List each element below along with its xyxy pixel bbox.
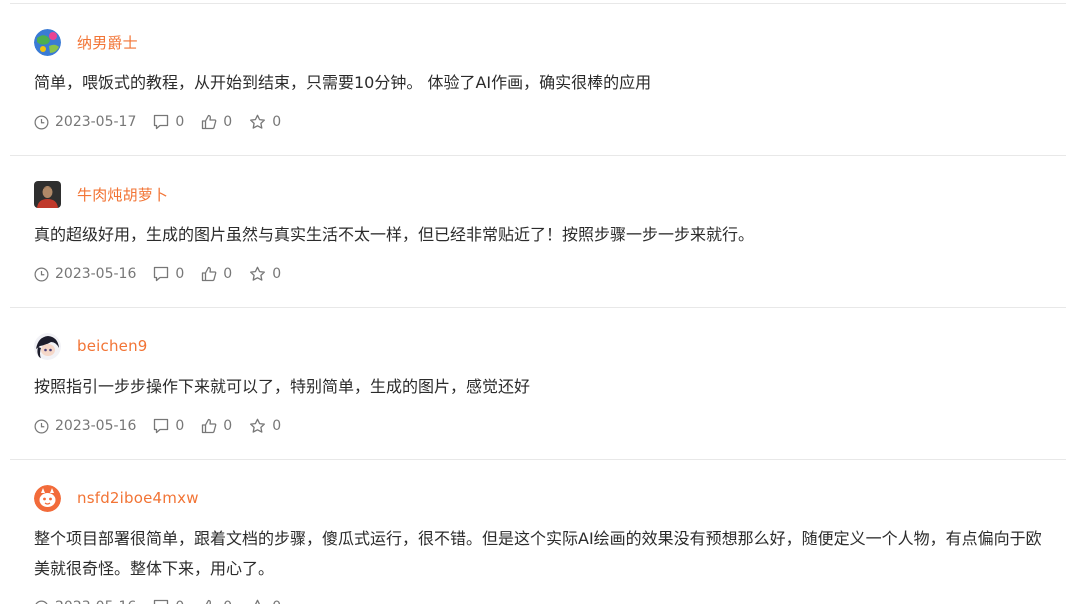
date-item: 2023-05-17 xyxy=(34,114,136,130)
favorite-count: 0 xyxy=(272,266,282,282)
username[interactable]: nsfd2iboe4mxw xyxy=(77,489,199,507)
comment-header: beichen9 xyxy=(34,332,148,360)
reply-button[interactable]: 0 xyxy=(153,599,184,604)
comment-feed: 纳男爵士 简单，喂饭式的教程，从开始到结束，只需要10分钟。 体验了AI作画，确… xyxy=(0,0,1080,604)
star-icon xyxy=(250,418,266,433)
comment-date: 2023-05-16 xyxy=(55,599,136,604)
comment-icon xyxy=(154,418,169,434)
clock-icon xyxy=(35,600,48,604)
clock-icon xyxy=(34,419,49,433)
comment-item: 牛肉炖胡萝卜 真的超级好用，生成的图片虽然与真实生活不太一样，但已经非常贴近了！… xyxy=(10,155,1066,307)
comment-meta: 2023-05-16 0 0 0 xyxy=(34,418,298,434)
username[interactable]: 纳男爵士 xyxy=(77,32,138,53)
comment-icon xyxy=(154,266,169,282)
like-count: 0 xyxy=(223,599,232,604)
comment-date: 2023-05-17 xyxy=(55,114,137,130)
comment-date: 2023-05-16 xyxy=(55,266,137,282)
person-photo-avatar[interactable] xyxy=(34,180,61,208)
reply-count: 0 xyxy=(175,599,184,604)
comment-header: nsfd2iboe4mxw xyxy=(34,484,199,512)
like-button[interactable]: 0 xyxy=(201,599,232,604)
like-count: 0 xyxy=(223,266,233,282)
like-button[interactable]: 0 xyxy=(201,418,232,434)
like-count: 0 xyxy=(223,418,233,434)
reply-count: 0 xyxy=(175,418,185,434)
favorite-button[interactable]: 0 xyxy=(249,114,281,130)
reply-count: 0 xyxy=(175,266,185,282)
clock-icon xyxy=(34,267,49,281)
comment-header: 牛肉炖胡萝卜 xyxy=(34,180,168,208)
comment-icon xyxy=(154,114,169,130)
comment-item: beichen9 按照指引一步步操作下来就可以了，特别简单，生成的图片，感觉还好… xyxy=(10,307,1066,459)
favorite-count: 0 xyxy=(272,418,282,434)
like-button[interactable]: 0 xyxy=(201,266,232,282)
globe-avatar[interactable] xyxy=(34,28,61,56)
comment-text: 按照指引一步步操作下来就可以了，特别简单，生成的图片，感觉还好 xyxy=(34,377,531,396)
favorite-count: 0 xyxy=(272,114,282,130)
comment-meta: 2023-05-17 0 0 0 xyxy=(34,114,298,130)
favorite-button[interactable]: 0 xyxy=(249,266,281,282)
like-count: 0 xyxy=(223,114,233,130)
comment-text: 整个项目部署很简单，跟着文档的步骤，傻瓜式运行，很不错。但是这个实际AI绘画的效… xyxy=(34,529,1042,578)
date-item: 2023-05-16 xyxy=(34,418,136,434)
date-item: 2023-05-16 xyxy=(34,266,136,282)
favorite-button[interactable]: 0 xyxy=(249,418,281,434)
clock-icon xyxy=(34,115,49,129)
comment-date: 2023-05-16 xyxy=(55,418,137,434)
comment-text: 简单，喂饭式的教程，从开始到结束，只需要10分钟。 体验了AI作画，确实很棒的应… xyxy=(34,73,652,92)
thumbs-up-icon xyxy=(202,418,217,434)
comment-icon xyxy=(154,599,169,604)
star-icon xyxy=(250,266,266,281)
username[interactable]: beichen9 xyxy=(77,337,148,355)
comment-meta: 2023-05-16 0 0 0 xyxy=(34,266,298,282)
reply-button[interactable]: 0 xyxy=(153,114,184,130)
reply-count: 0 xyxy=(175,114,185,130)
anime-avatar[interactable] xyxy=(34,332,61,360)
thumbs-up-icon xyxy=(202,266,217,282)
thumbs-up-icon xyxy=(202,114,217,130)
date-item: 2023-05-16 xyxy=(34,599,136,604)
comment-item: nsfd2iboe4mxw 整个项目部署很简单，跟着文档的步骤，傻瓜式运行，很不… xyxy=(10,459,1066,604)
thumbs-up-icon xyxy=(206,599,212,604)
favorite-count: 0 xyxy=(272,599,281,604)
star-icon xyxy=(255,599,261,604)
favorite-button[interactable]: 0 xyxy=(249,599,281,604)
comment-item: 纳男爵士 简单，喂饭式的教程，从开始到结束，只需要10分钟。 体验了AI作画，确… xyxy=(10,3,1066,155)
username[interactable]: 牛肉炖胡萝卜 xyxy=(77,184,168,205)
star-icon xyxy=(250,114,266,129)
reply-button[interactable]: 0 xyxy=(153,418,184,434)
comment-header: 纳男爵士 xyxy=(34,28,138,56)
like-button[interactable]: 0 xyxy=(201,114,232,130)
comment-text: 真的超级好用，生成的图片虽然与真实生活不太一样，但已经非常贴近了！按照步骤一步一… xyxy=(34,225,755,244)
comment-meta: 2023-05-16 0 0 0 xyxy=(34,599,298,604)
reply-button[interactable]: 0 xyxy=(153,266,184,282)
orange-cartoon-avatar[interactable] xyxy=(34,484,61,512)
